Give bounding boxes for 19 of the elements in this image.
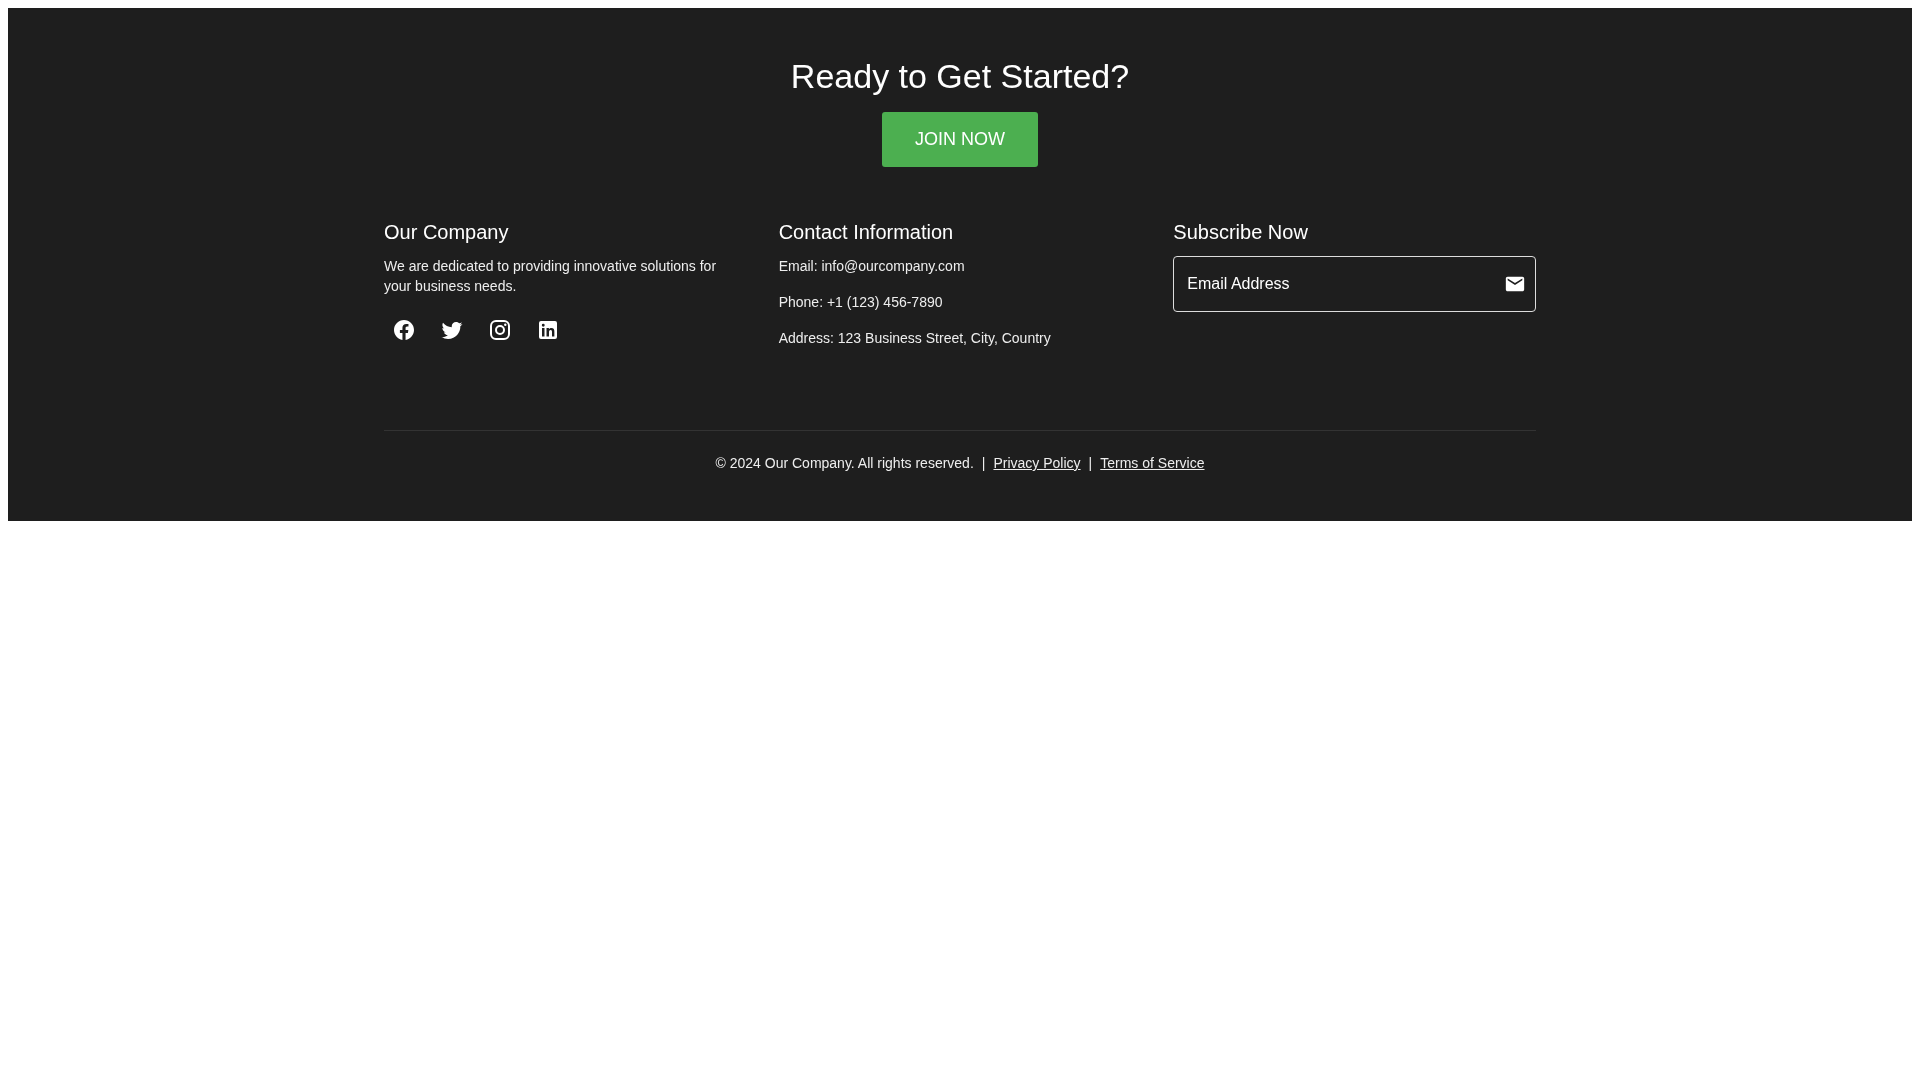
camera-icon: [488, 318, 512, 342]
contact-line: Phone: +1 (123) 456-7890: [778, 293, 944, 312]
social-link[interactable]: [392, 318, 416, 342]
cta-heading: Ready to Get Started?: [790, 56, 1130, 97]
social-link[interactable]: [536, 318, 560, 342]
footer-link[interactable]: Privacy Policy: [993, 455, 1081, 471]
footer-link[interactable]: Terms of Service: [1100, 455, 1205, 471]
circle-f-icon: [392, 318, 416, 342]
contact-line: Address: 123 Business Street, City, Country: [778, 329, 1052, 348]
contact-line: Email: info@ourcompany.com: [778, 257, 966, 276]
company-description: We are dedicated to providing innovative solutions for your business needs.: [384, 257, 718, 296]
column-heading: Subscribe Now: [1173, 220, 1309, 244]
email-field[interactable]: Email Address: [1173, 256, 1536, 312]
copyright-text: © 2024 Our Company. All rights reserved.: [715, 455, 974, 471]
social-link[interactable]: [488, 318, 512, 342]
column-heading: Contact Information: [778, 220, 955, 244]
column-heading: Our Company: [384, 220, 510, 244]
separator: |: [1088, 455, 1093, 471]
separator: |: [981, 455, 986, 471]
